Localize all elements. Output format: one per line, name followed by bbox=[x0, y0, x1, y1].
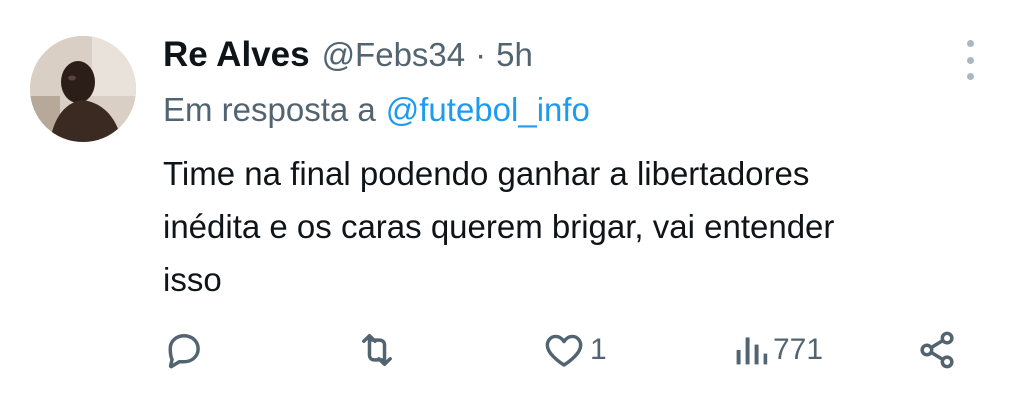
share-button[interactable] bbox=[915, 320, 959, 380]
like-button[interactable]: 1 bbox=[542, 320, 607, 380]
heart-icon bbox=[545, 334, 583, 367]
action-bar: 1 771 bbox=[0, 320, 1024, 380]
more-dot bbox=[966, 40, 974, 47]
reply-prefix: Em resposta a bbox=[163, 91, 376, 128]
retweet-button[interactable] bbox=[354, 320, 400, 380]
reply-mention-link[interactable]: @futebol_info bbox=[386, 91, 590, 129]
views-count: 771 bbox=[773, 333, 824, 366]
reply-button[interactable] bbox=[162, 320, 206, 380]
like-count: 1 bbox=[590, 333, 607, 366]
tweet-text: Time na final podendo ganhar a libertado… bbox=[163, 155, 835, 298]
tweet-header: Re Alves @Febs34 · 5h bbox=[163, 33, 533, 77]
reply-context: Em resposta a @futebol_info bbox=[163, 88, 590, 132]
more-options-icon[interactable] bbox=[958, 40, 982, 80]
author-name[interactable]: Re Alves bbox=[163, 35, 310, 75]
header-separator: · bbox=[475, 36, 487, 73]
avatar-image bbox=[30, 36, 136, 142]
share-icon bbox=[920, 331, 954, 369]
views-bar-chart-icon bbox=[736, 337, 768, 365]
timestamp[interactable]: 5h bbox=[496, 36, 533, 74]
author-handle[interactable]: @Febs34 bbox=[322, 36, 466, 74]
tweet-card[interactable]: Re Alves @Febs34 · 5h Em resposta a @fut… bbox=[0, 0, 1024, 400]
views-button[interactable]: 771 bbox=[733, 320, 823, 380]
retweet-icon bbox=[362, 333, 392, 367]
more-dot bbox=[966, 73, 974, 80]
more-dot bbox=[966, 56, 974, 64]
avatar[interactable] bbox=[30, 36, 136, 142]
reply-bubble-icon bbox=[168, 333, 200, 369]
